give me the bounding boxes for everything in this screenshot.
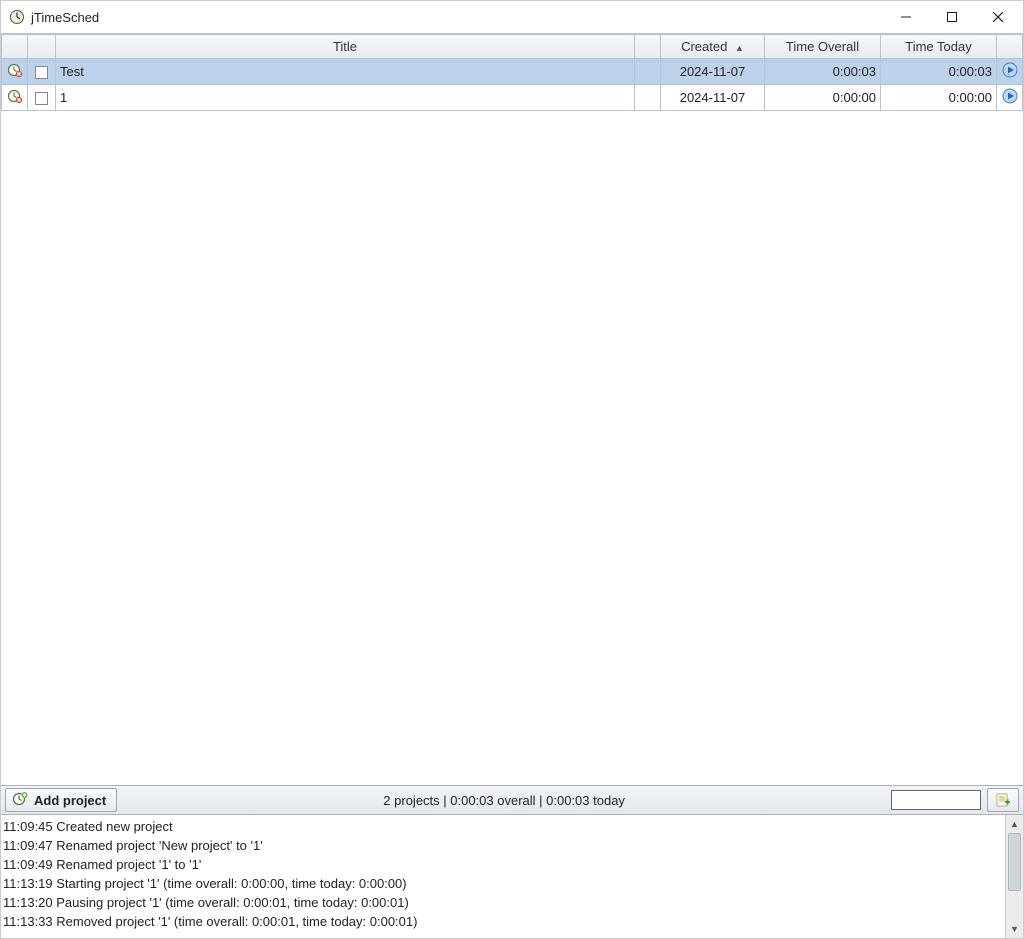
column-header-time-today[interactable]: Time Today [881, 35, 997, 59]
window-title: jTimeSched [31, 10, 99, 25]
table-row[interactable]: Test2024-11-070:00:030:00:03 [2, 59, 1023, 85]
titlebar: jTimeSched [1, 1, 1023, 33]
log-line: 11:09:49 Renamed project '1' to '1' [3, 855, 1003, 874]
search-input[interactable] [891, 790, 981, 810]
log-line: 11:09:47 Renamed project 'New project' t… [3, 836, 1003, 855]
row-created: 2024-11-07 [661, 59, 765, 85]
log-panel: 11:09:45 Created new project11:09:47 Ren… [1, 815, 1023, 938]
row-checkbox[interactable] [28, 59, 56, 85]
log-line: 11:09:45 Created new project [3, 817, 1003, 836]
row-created: 2024-11-07 [661, 85, 765, 111]
scroll-down-icon[interactable]: ▼ [1006, 920, 1023, 938]
table-row[interactable]: 12024-11-070:00:000:00:00 [2, 85, 1023, 111]
minimize-button[interactable] [883, 1, 929, 33]
add-clock-icon [12, 791, 28, 810]
sort-ascending-icon: ▲ [735, 43, 744, 53]
log-line: 11:13:19 Starting project '1' (time over… [3, 874, 1003, 893]
scroll-up-icon[interactable]: ▲ [1006, 815, 1023, 833]
row-time-overall: 0:00:00 [765, 85, 881, 111]
log-line: 11:13:33 Removed project '1' (time overa… [3, 912, 1003, 931]
log-scrollbar[interactable]: ▲ ▼ [1005, 815, 1023, 938]
app-clock-icon [9, 9, 25, 25]
bottom-toolbar: Add project 2 projects | 0:00:03 overall… [1, 785, 1023, 815]
column-header-color[interactable] [635, 35, 661, 59]
projects-table-area: Title Created ▲ Time Overall Time Today … [1, 33, 1023, 785]
log-text: 11:09:45 Created new project11:09:47 Ren… [1, 815, 1005, 938]
row-checkbox[interactable] [28, 85, 56, 111]
row-color-cell[interactable] [635, 59, 661, 85]
column-header-play[interactable] [997, 35, 1023, 59]
delete-project-button[interactable] [2, 85, 28, 111]
scroll-thumb[interactable] [1008, 833, 1021, 891]
row-color-cell[interactable] [635, 85, 661, 111]
add-project-label: Add project [34, 793, 106, 808]
column-header-created[interactable]: Created ▲ [661, 35, 765, 59]
column-header-delete[interactable] [2, 35, 28, 59]
add-project-button[interactable]: Add project [5, 788, 117, 812]
play-button[interactable] [997, 59, 1023, 85]
row-title[interactable]: Test [56, 59, 635, 85]
delete-project-button[interactable] [2, 59, 28, 85]
column-header-check[interactable] [28, 35, 56, 59]
column-header-title[interactable]: Title [56, 35, 635, 59]
play-button[interactable] [997, 85, 1023, 111]
close-button[interactable] [975, 1, 1021, 33]
toggle-log-button[interactable] [987, 788, 1019, 812]
status-text: 2 projects | 0:00:03 overall | 0:00:03 t… [123, 793, 885, 808]
row-time-overall: 0:00:03 [765, 59, 881, 85]
row-time-today: 0:00:03 [881, 59, 997, 85]
projects-table: Title Created ▲ Time Overall Time Today … [1, 34, 1023, 111]
log-line: 11:13:20 Pausing project '1' (time overa… [3, 893, 1003, 912]
row-title[interactable]: 1 [56, 85, 635, 111]
row-time-today: 0:00:00 [881, 85, 997, 111]
column-header-time-overall[interactable]: Time Overall [765, 35, 881, 59]
table-empty-area [1, 111, 1023, 785]
maximize-button[interactable] [929, 1, 975, 33]
